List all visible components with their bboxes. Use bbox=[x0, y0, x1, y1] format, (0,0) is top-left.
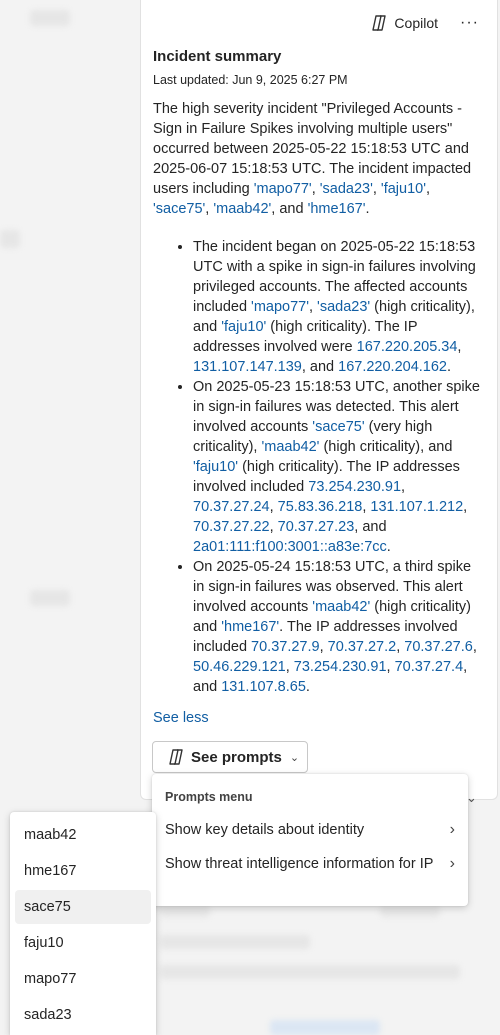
ip-link[interactable]: 70.37.27.23 bbox=[278, 519, 355, 535]
ip-link[interactable]: 75.83.36.218 bbox=[278, 499, 363, 515]
identity-item[interactable]: hme167 bbox=[15, 854, 151, 888]
menu-item-label: Show key details about identity bbox=[165, 822, 365, 838]
identity-item[interactable]: sada23 bbox=[15, 998, 151, 1032]
ip-link[interactable]: 2a01:111:f100:3001::a83e:7cc bbox=[193, 539, 387, 555]
see-prompts-label: See prompts bbox=[191, 748, 282, 766]
chevron-down-icon: ⌄ bbox=[289, 751, 300, 764]
chevron-right-icon: › bbox=[449, 821, 455, 838]
ip-link[interactable]: 73.254.230.91 bbox=[294, 659, 387, 675]
account-link[interactable]: 'mapo77' bbox=[251, 299, 309, 315]
user-link[interactable]: 'sace75' bbox=[153, 201, 205, 217]
account-link[interactable]: 'sada23' bbox=[317, 299, 370, 315]
background-blur bbox=[30, 590, 70, 606]
copilot-label: Copilot bbox=[394, 15, 439, 31]
account-link[interactable]: 'faju10' bbox=[221, 319, 266, 335]
event-text: (high criticality), and bbox=[319, 439, 453, 455]
event-text: , bbox=[463, 499, 468, 515]
account-link[interactable]: 'maab42' bbox=[261, 439, 319, 455]
background-blur bbox=[0, 230, 20, 248]
account-link[interactable]: 'sace75' bbox=[312, 419, 364, 435]
identity-item[interactable]: maab42 bbox=[15, 818, 151, 852]
menu-item-label: Show threat intelligence information for… bbox=[165, 856, 434, 872]
event-item: On 2025-05-23 15:18:53 UTC, another spik… bbox=[193, 377, 483, 557]
event-item: On 2025-05-24 15:18:53 UTC, a third spik… bbox=[193, 557, 483, 697]
copilot-panel: Copilot ··· Incident summary Last update… bbox=[140, 0, 498, 800]
event-item: The incident began on 2025-05-22 15:18:5… bbox=[193, 237, 483, 377]
background-blur bbox=[160, 905, 210, 917]
event-text: . bbox=[305, 679, 310, 695]
summary-text: . bbox=[365, 201, 370, 217]
summary-text: , and bbox=[271, 201, 308, 217]
event-text: . bbox=[447, 359, 452, 375]
event-text: , bbox=[319, 639, 328, 655]
event-text: , and bbox=[301, 359, 339, 375]
summary-text: , bbox=[372, 181, 381, 197]
background-blur bbox=[270, 1020, 380, 1035]
event-text: , and bbox=[354, 519, 387, 535]
user-link[interactable]: 'hme167' bbox=[308, 201, 366, 217]
chevron-right-icon: › bbox=[449, 855, 455, 872]
event-text: , bbox=[472, 639, 477, 655]
ip-link[interactable]: 167.220.205.34 bbox=[357, 339, 458, 355]
identity-submenu: maab42 hme167 sace75 faju10 mapo77 sada2… bbox=[10, 812, 156, 1035]
user-link[interactable]: 'faju10' bbox=[381, 181, 426, 197]
event-text: , bbox=[285, 659, 294, 675]
ip-link[interactable]: 70.37.27.2 bbox=[328, 639, 397, 655]
ip-link[interactable]: 131.107.1.212 bbox=[370, 499, 463, 515]
prompts-menu: Prompts menu Show key details about iden… bbox=[152, 774, 468, 906]
event-text: , bbox=[308, 299, 318, 315]
background-blur bbox=[160, 935, 310, 949]
ip-link[interactable]: 131.107.147.139 bbox=[193, 359, 302, 375]
ip-link[interactable]: 73.254.230.91 bbox=[308, 479, 401, 495]
event-text: , bbox=[401, 479, 406, 495]
ip-link[interactable]: 70.37.27.9 bbox=[251, 639, 320, 655]
prompts-menu-heading: Prompts menu bbox=[165, 790, 253, 804]
panel-header: Copilot ··· bbox=[370, 14, 479, 32]
account-link[interactable]: 'hme167' bbox=[221, 619, 279, 635]
background-blur bbox=[380, 905, 440, 917]
background-blur bbox=[30, 10, 70, 26]
account-link[interactable]: 'faju10' bbox=[193, 459, 238, 475]
user-link[interactable]: 'sada23' bbox=[320, 181, 373, 197]
user-link[interactable]: 'mapo77' bbox=[254, 181, 312, 197]
ip-link[interactable]: 70.37.27.24 bbox=[193, 499, 270, 515]
ip-link[interactable]: 70.37.27.6 bbox=[404, 639, 473, 655]
event-text: , bbox=[457, 339, 462, 355]
ip-link[interactable]: 167.220.204.162 bbox=[338, 359, 447, 375]
ip-link[interactable]: 70.37.27.22 bbox=[193, 519, 270, 535]
identity-item[interactable]: mapo77 bbox=[15, 962, 151, 996]
account-link[interactable]: 'maab42' bbox=[312, 599, 370, 615]
menu-item-identity-details[interactable]: Show key details about identity › bbox=[165, 820, 455, 840]
more-icon[interactable]: ··· bbox=[460, 14, 479, 32]
user-link[interactable]: 'maab42' bbox=[213, 201, 271, 217]
menu-item-threat-intel[interactable]: Show threat intelligence information for… bbox=[165, 854, 455, 874]
incident-summary: Incident summary Last updated: Jun 9, 20… bbox=[153, 48, 483, 697]
event-text: , bbox=[269, 499, 278, 515]
event-text: , bbox=[269, 519, 278, 535]
last-updated: Last updated: Jun 9, 2025 6:27 PM bbox=[153, 73, 348, 87]
ip-link[interactable]: 50.46.229.121 bbox=[193, 659, 286, 675]
event-text: , bbox=[386, 659, 395, 675]
event-text: . bbox=[386, 539, 391, 555]
ip-link[interactable]: 70.37.27.4 bbox=[395, 659, 464, 675]
summary-text: , bbox=[425, 181, 430, 197]
prompts-icon bbox=[167, 748, 185, 766]
see-prompts-button[interactable]: See prompts ⌄ bbox=[152, 741, 308, 773]
copilot-icon bbox=[370, 14, 388, 32]
ip-link[interactable]: 131.107.8.65 bbox=[221, 679, 306, 695]
identity-item[interactable]: faju10 bbox=[15, 926, 151, 960]
summary-title: Incident summary bbox=[153, 48, 282, 65]
summary-text: , bbox=[311, 181, 320, 197]
see-less-link[interactable]: See less bbox=[153, 710, 209, 726]
summary-paragraph: The high severity incident "Privileged A… bbox=[153, 99, 483, 219]
event-list: The incident began on 2025-05-22 15:18:5… bbox=[153, 237, 483, 697]
identity-item[interactable]: sace75 bbox=[15, 890, 151, 924]
background-blur bbox=[160, 965, 460, 979]
